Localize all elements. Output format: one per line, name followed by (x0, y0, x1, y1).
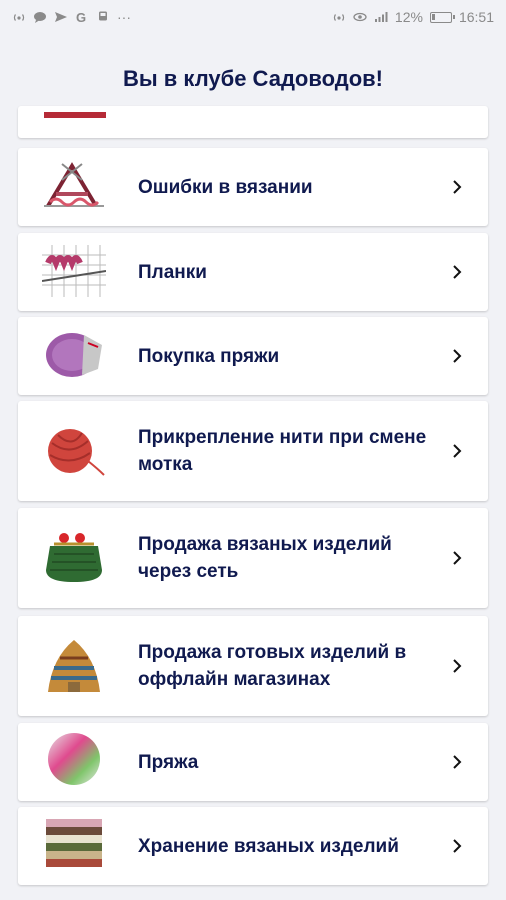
list-item[interactable]: Планки (18, 233, 488, 311)
status-left-icons: G ··· (12, 9, 131, 25)
clock: 16:51 (458, 9, 494, 25)
red-yarn-ball-icon (48, 429, 105, 476)
chevron-right-icon[interactable] (450, 444, 464, 458)
list-item[interactable]: Продажа готовых изделий в оффлайн магази… (18, 616, 488, 716)
knitted-hat-icon (48, 640, 100, 692)
chevron-right-icon[interactable] (450, 839, 464, 853)
status-bar: G ··· 12% 16:51 (0, 0, 506, 34)
list-item-label: Ошибки в вязании (138, 176, 313, 198)
list-item-label: Покупка пряжи (138, 345, 280, 367)
knitting-mistake-icon (42, 156, 106, 212)
list-item-label: Продажа вязаных изделий через сеть (138, 534, 392, 582)
green-purse-icon (46, 533, 102, 582)
chevron-right-icon[interactable] (450, 180, 464, 194)
list-item[interactable]: Ошибки в вязании (18, 148, 488, 226)
send-icon (55, 12, 67, 22)
chevron-right-icon[interactable] (450, 551, 464, 565)
list-item[interactable]: Пряжа (18, 723, 488, 801)
list-item[interactable]: Хранение вязаных изделий (18, 807, 488, 885)
list-item[interactable]: Продажа вязаных изделий через сеть (18, 508, 488, 608)
knit-border-icon (42, 241, 106, 297)
chevron-right-icon[interactable] (450, 659, 464, 673)
more-notifications: ··· (117, 9, 131, 25)
eye-icon (353, 12, 367, 22)
folded-sweaters-icon (46, 819, 102, 867)
partial-thumbnail-icon (44, 112, 106, 118)
purple-yarn-skein-icon (46, 333, 102, 377)
list-item[interactable]: Покупка пряжи (18, 317, 488, 395)
list-item-label: Продажа готовых изделий в оффлайн магази… (138, 642, 407, 690)
chevron-right-icon[interactable] (450, 349, 464, 363)
transit-icon (99, 11, 107, 21)
svg-text:G: G (76, 11, 86, 23)
chevron-right-icon[interactable] (450, 755, 464, 769)
hotspot-icon (333, 14, 345, 21)
list-item-label: Хранение вязаных изделий (138, 835, 399, 857)
list-item[interactable]: Прикрепление нити при смене мотка (18, 401, 488, 501)
google-icon: G (76, 11, 86, 23)
multicolor-yarn-icon (48, 733, 100, 785)
list-item-label: Пряжа (138, 751, 199, 773)
status-right-icons: 12% 16:51 (332, 9, 494, 25)
battery-icon (429, 11, 455, 23)
hotspot-icon (13, 14, 25, 21)
chevron-right-icon[interactable] (450, 265, 464, 279)
list-item-label: Прикрепление нити при смене мотка (138, 427, 427, 475)
list-item-partial[interactable] (18, 106, 488, 138)
signal-icon (374, 12, 388, 22)
list-item-label: Планки (138, 261, 207, 283)
battery-percent: 12% (394, 9, 423, 25)
page-title: Вы в клубе Садоводов! (123, 66, 383, 91)
chat-icon (34, 12, 46, 23)
